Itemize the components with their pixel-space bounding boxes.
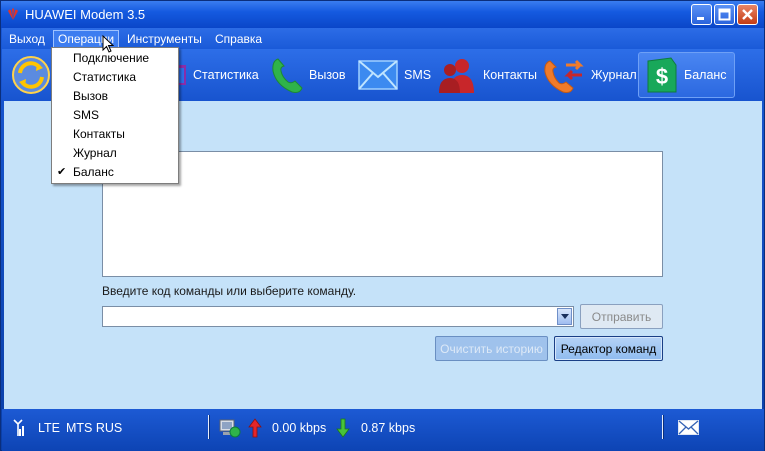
title-bar[interactable]: HUAWEI Modem 3.5 [1,1,764,28]
app-window: HUAWEI Modem 3.5 Выход Операции Инструме… [0,0,765,451]
mouse-cursor-icon [102,35,114,53]
minimize-button[interactable] [691,4,712,25]
toolbar-journal-button[interactable]: Журнал [544,52,637,98]
toolbar-balance-button[interactable]: $ Баланс [638,52,735,98]
status-bar: LTE MTS RUS 0.00 kbps 0.87 kbps [2,409,764,451]
status-separator [662,415,664,439]
chevron-down-icon [561,314,569,319]
maximize-button[interactable] [714,4,735,25]
download-arrow-icon [336,418,350,438]
upload-arrow-icon [248,418,262,438]
download-speed: 0.87 kbps [361,421,416,435]
dd-item-balance-label: Баланс [73,165,114,179]
ussd-history-box[interactable] [102,151,663,277]
connect-icon [12,56,50,94]
toolbar-statistics-label: Статистика [193,68,259,82]
toolbar-sms-button[interactable]: SMS [357,52,431,98]
toolbar-journal-label: Журнал [591,68,637,82]
menu-help[interactable]: Справка [210,30,267,48]
toolbar-call-label: Вызов [309,68,346,82]
toolbar-connect-button[interactable] [10,52,52,98]
operations-dropdown-menu: Подключение Статистика Вызов SMS Контакт… [51,47,179,184]
command-prompt-label: Введите код команды или выберите команду… [102,284,357,298]
check-icon: ✔ [57,166,67,178]
toolbar-contacts-label: Контакты [483,68,537,82]
dd-item-call[interactable]: Вызов [52,87,178,106]
send-button[interactable]: Отправить [580,304,663,329]
combobox-dropdown-button[interactable] [557,308,572,325]
dd-item-connect[interactable]: Подключение [52,49,178,68]
mail-icon[interactable] [678,420,699,435]
status-separator [208,415,210,439]
signal-strength-icon [13,419,24,436]
dd-item-journal[interactable]: Журнал [52,144,178,163]
contacts-icon [439,59,474,93]
close-button[interactable] [737,4,758,25]
menu-bar: Выход Операции Инструменты Справка [2,28,764,49]
envelope-icon [358,60,398,90]
command-combobox[interactable] [102,306,574,327]
huawei-logo-icon [8,8,18,20]
dd-item-statistics[interactable]: Статистика [52,68,178,87]
svg-text:$: $ [656,64,668,89]
toolbar-call-button[interactable]: Вызов [270,52,346,98]
command-editor-button[interactable]: Редактор команд [554,336,663,361]
window-title: HUAWEI Modem 3.5 [25,7,146,22]
clear-history-button[interactable]: Очистить историю [435,336,548,361]
toolbar-sms-label: SMS [404,68,432,82]
network-type: LTE [38,421,60,435]
menu-exit[interactable]: Выход [4,30,50,48]
menu-tools[interactable]: Инструменты [122,30,207,48]
upload-speed: 0.00 kbps [272,421,327,435]
operator-name: MTS RUS [66,421,123,435]
network-traffic-icon [219,419,241,438]
toolbar-balance-label: Баланс [684,68,727,82]
dd-item-balance[interactable]: ✔ Баланс [52,163,178,182]
dollar-icon: $ [647,57,677,93]
dd-item-sms[interactable]: SMS [52,106,178,125]
dd-item-contacts[interactable]: Контакты [52,125,178,144]
toolbar-contacts-button[interactable]: Контакты [436,52,537,98]
call-log-icon [544,59,584,93]
phone-icon [272,58,303,93]
